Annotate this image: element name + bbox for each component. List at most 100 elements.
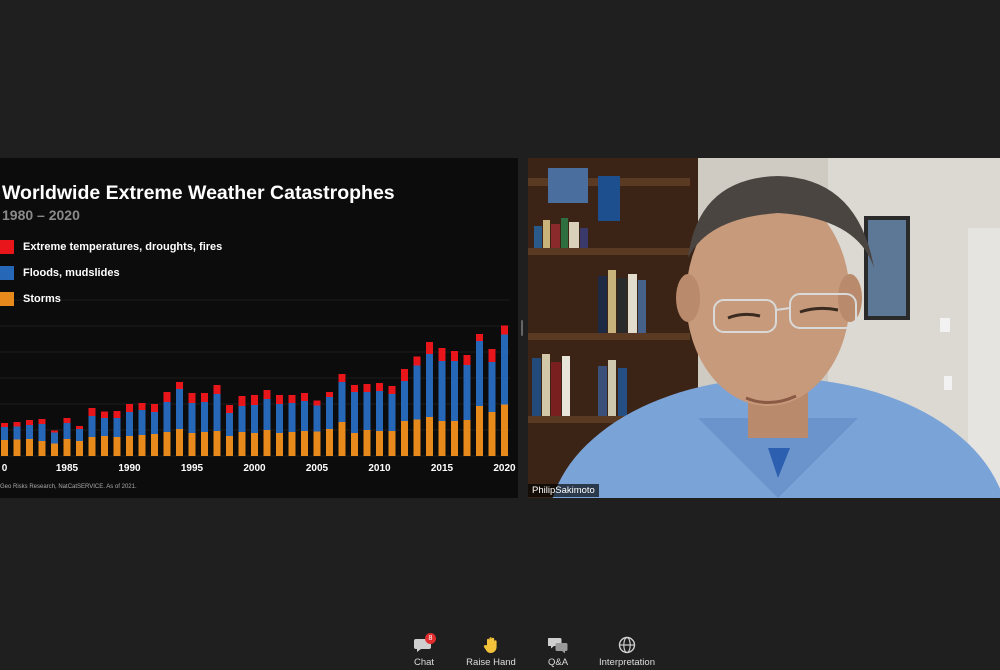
bar-segment	[126, 436, 133, 456]
legend-label: Storms	[23, 293, 61, 305]
bar-segment	[263, 430, 271, 456]
bar-segment	[351, 433, 358, 456]
bar-segment	[463, 365, 471, 420]
bar-segment	[438, 348, 446, 361]
bar-segment	[451, 421, 458, 456]
x-tick-label: 2015	[431, 463, 454, 474]
bar-segment	[263, 399, 271, 430]
bar-segment	[126, 404, 133, 412]
bar-segment	[313, 400, 321, 406]
bar-segment	[276, 404, 283, 433]
bar-segment	[138, 435, 146, 456]
participant-name-tag: PhilipSakimoto	[528, 484, 599, 497]
bar-segment	[426, 342, 433, 354]
bar-segment	[113, 411, 121, 418]
bar-segment	[463, 420, 471, 456]
qa-icon	[547, 636, 568, 654]
bar-segment	[288, 403, 296, 432]
bar-segment	[413, 356, 421, 366]
bar-segment	[226, 413, 233, 436]
bar-segment	[63, 439, 71, 456]
legend-item-temperatures: Extreme temperatures, droughts, fires	[0, 234, 222, 260]
raise-hand-button[interactable]: Raise Hand	[462, 630, 520, 670]
raise-hand-icon	[481, 636, 501, 654]
bar-segment	[238, 432, 246, 456]
bar-segment	[288, 432, 296, 456]
legend-item-storms: Storms	[0, 286, 222, 312]
x-tick-label: 2000	[243, 463, 266, 474]
bar-segment	[1, 440, 8, 456]
bar-segment	[88, 416, 96, 437]
bar-segment	[326, 392, 333, 397]
bar-segment	[501, 404, 508, 456]
chat-button[interactable]: 8 Chat	[404, 630, 444, 670]
bar-segment	[151, 404, 158, 412]
bar-segment	[426, 354, 433, 417]
bar-segment	[451, 351, 458, 361]
bar-segment	[401, 381, 408, 421]
bar-segment	[313, 405, 321, 432]
participant-video[interactable]	[528, 158, 1000, 498]
bar-segment	[113, 437, 121, 456]
bar-segment	[51, 432, 58, 444]
bar-segment	[376, 391, 383, 431]
chat-label: Chat	[413, 657, 435, 668]
bar-segment	[363, 430, 371, 456]
bar-segment	[251, 405, 258, 433]
legend-swatch-red	[0, 240, 14, 254]
bar-segment	[226, 436, 233, 456]
bar-segment	[188, 393, 196, 403]
bar-segment	[88, 437, 96, 456]
bar-segment	[326, 429, 333, 456]
bar-segment	[13, 439, 21, 456]
bar-segment	[163, 402, 171, 432]
bar-segment	[163, 432, 171, 456]
bar-segment	[63, 423, 71, 439]
bar-segment	[451, 361, 458, 421]
bar-segment	[51, 443, 58, 456]
bar-segment	[476, 406, 483, 456]
bar-segment	[101, 411, 108, 418]
bar-segment	[388, 431, 396, 456]
bar-segment	[263, 390, 271, 399]
x-tick-label: 1995	[181, 463, 204, 474]
bar-segment	[138, 403, 146, 410]
bar-segment	[476, 334, 483, 341]
bar-segment	[301, 401, 308, 431]
bar-segment	[251, 395, 258, 405]
interpretation-button[interactable]: Interpretation	[594, 630, 660, 670]
bar-segment	[463, 355, 471, 365]
bar-segment	[301, 431, 308, 456]
bar-segment	[138, 410, 146, 435]
bar-segment	[201, 432, 208, 456]
slide-title: Worldwide Extreme Weather Catastrophes	[2, 182, 395, 204]
bar-segment	[176, 429, 183, 456]
x-tick-label: 2010	[368, 463, 391, 474]
bar-segment	[188, 403, 196, 433]
bar-segment	[488, 349, 496, 362]
bar-segment	[13, 422, 21, 427]
bar-segment	[176, 382, 183, 389]
bar-segment	[351, 385, 358, 392]
bar-segment	[213, 385, 221, 394]
bar-segment	[338, 382, 346, 422]
bar-segment	[213, 431, 221, 456]
bar-segment	[488, 412, 496, 456]
legend-swatch-blue	[0, 266, 14, 280]
chat-icon: 8	[414, 633, 436, 654]
x-tick-label: 2005	[306, 463, 329, 474]
split-view-handle[interactable]	[521, 320, 523, 336]
bar-segment	[151, 412, 158, 434]
raise-hand-label: Raise Hand	[466, 657, 516, 668]
bar-segment	[276, 433, 283, 456]
bar-segment	[363, 392, 371, 430]
bar-segment	[426, 417, 433, 456]
interpretation-label: Interpretation	[599, 657, 655, 668]
bar-segment	[38, 419, 46, 424]
bar-segment	[476, 341, 483, 406]
bar-segment	[238, 396, 246, 406]
qa-button[interactable]: Q&A	[540, 630, 576, 670]
bar-segment	[226, 405, 233, 413]
bar-segment	[101, 436, 108, 456]
bar-segment	[26, 420, 33, 425]
